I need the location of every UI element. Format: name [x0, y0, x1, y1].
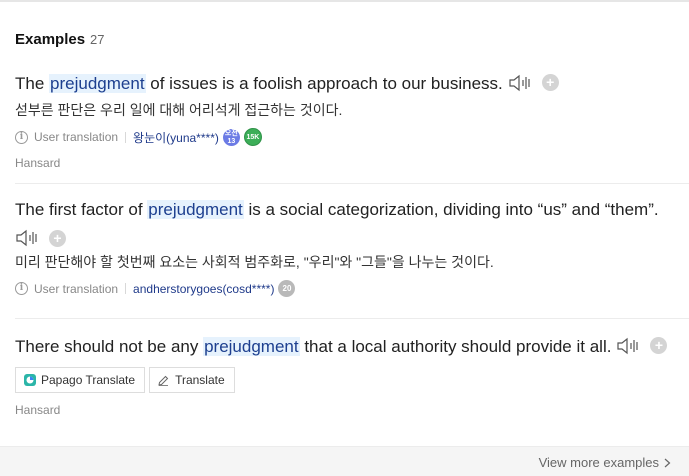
translate-button[interactable]: Translate [149, 367, 235, 393]
info-icon[interactable]: i [15, 130, 28, 144]
keyword-highlight[interactable]: prejudgment [147, 200, 244, 219]
example-item: There should not be any prejudgment that… [15, 335, 689, 417]
examples-header: Examples 27 [15, 31, 105, 48]
example-sentence: There should not be any prejudgment that… [15, 335, 689, 359]
example-source: Hansard [15, 403, 61, 417]
user-count-badge: 20 [278, 280, 296, 297]
speaker-icon[interactable] [15, 228, 41, 248]
example-translation: 섣부른 판단은 우리 일에 대해 어리석게 접근하는 것이다. [15, 102, 343, 118]
translate-label: Translate [175, 373, 225, 387]
user-translation-label: User translation [34, 130, 119, 144]
speaker-icon[interactable] [616, 336, 642, 356]
view-more-examples-link[interactable]: View more examples [539, 455, 671, 470]
example-sentence: The first factor of prejudgment is a soc… [15, 198, 689, 222]
example-item: The first factor of prejudgment is a soc… [15, 198, 689, 297]
papago-translate-label: Papago Translate [41, 373, 136, 387]
info-icon[interactable]: i [15, 282, 28, 295]
view-more-label: View more examples [538, 455, 659, 470]
keyword-highlight[interactable]: prejudgment [49, 74, 146, 93]
user-translation-label: User translation [34, 281, 119, 296]
meta-separator [125, 283, 127, 294]
speaker-icon[interactable] [508, 73, 534, 93]
user-count-badge: 15K [243, 128, 262, 146]
sentence-text: The first factor of [15, 200, 148, 219]
example-item: The prejudgment of issues is a foolish a… [15, 72, 689, 170]
sentence-text: There should not be any [15, 337, 204, 356]
translation-meta: i User translation 왕눈이(yuna****) 오전 13 1… [15, 128, 689, 146]
chevron-right-icon [664, 458, 671, 467]
examples-footer: View more examples [0, 446, 689, 476]
user-level-badge: 오전 13 [222, 128, 240, 146]
example-source: Hansard [15, 156, 61, 170]
examples-title: Examples [15, 31, 86, 48]
examples-count: 27 [90, 32, 105, 47]
add-to-wordbook-icon[interactable]: + [541, 74, 559, 92]
keyword-highlight[interactable]: prejudgment [203, 337, 300, 356]
top-divider [0, 0, 689, 2]
example-divider [15, 183, 689, 184]
meta-separator [125, 131, 127, 143]
example-translation: 미리 판단해야 할 첫번째 요소는 사회적 범주화로, "우리"와 "그들"을 … [15, 254, 494, 270]
add-to-wordbook-icon[interactable]: + [650, 337, 668, 355]
papago-logo-icon [24, 374, 36, 386]
translator-name-link[interactable]: andherstorygoes(cosd****) [133, 282, 274, 296]
example-divider [15, 318, 689, 319]
papago-translate-button[interactable]: Papago Translate [15, 367, 146, 393]
audio-actions: + [15, 228, 689, 248]
example-sentence: The prejudgment of issues is a foolish a… [15, 72, 689, 96]
sentence-text: is a social categorization, dividing int… [243, 200, 659, 219]
translate-actions: Papago Translate Translate [15, 367, 689, 393]
sentence-text: The [15, 74, 50, 93]
add-to-wordbook-icon[interactable]: + [49, 229, 66, 247]
sentence-text: that a local authority should provide it… [299, 337, 612, 356]
translator-name-link[interactable]: 왕눈이(yuna****) [133, 129, 219, 146]
translation-meta: i User translation andherstorygoes(cosd*… [15, 280, 689, 297]
sentence-text: of issues is a foolish approach to our b… [145, 74, 503, 93]
pen-icon [158, 375, 169, 386]
